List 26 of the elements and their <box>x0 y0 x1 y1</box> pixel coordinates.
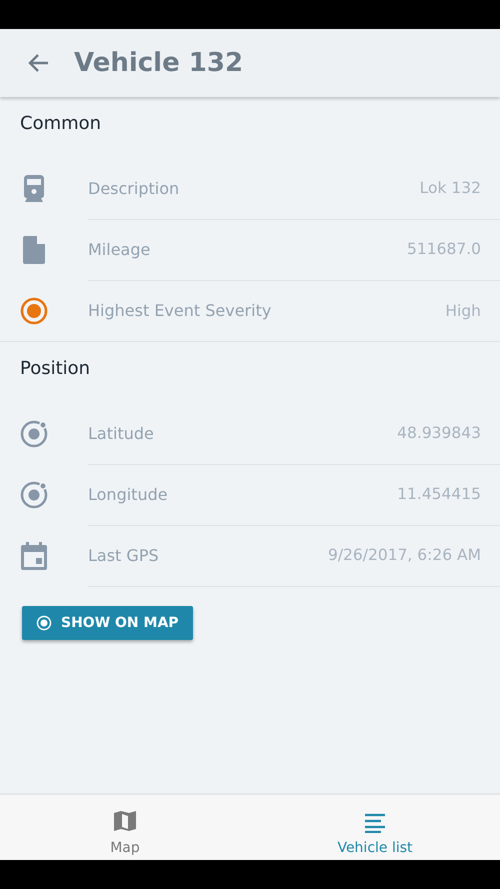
field-label: Mileage <box>88 240 150 258</box>
calendar-icon <box>21 542 47 570</box>
nav-tab[interactable]: Map <box>0 795 250 860</box>
target-icon <box>20 420 48 448</box>
field-value: 9/26/2017, 6:26 AM <box>328 546 481 564</box>
list-icon <box>364 813 386 833</box>
field-label: Last GPS <box>88 546 159 564</box>
field-value: 11.454415 <box>397 485 481 503</box>
field-label: Highest Event Severity <box>88 301 272 320</box>
nav-tab[interactable]: Vehicle list <box>250 795 500 860</box>
page-title: Vehicle 132 <box>74 48 244 78</box>
target-icon <box>20 480 48 508</box>
field-value: High <box>445 302 481 320</box>
map-icon <box>113 809 137 833</box>
field-label: Latitude <box>88 424 154 442</box>
field-value: Lok 132 <box>420 179 481 197</box>
section-title: Common <box>19 112 102 136</box>
field-value: 48.939843 <box>397 424 481 442</box>
target-icon <box>36 615 52 631</box>
field-label: Description <box>88 178 180 198</box>
field-value: 511687.0 <box>407 240 481 258</box>
section-title: Position <box>19 357 92 381</box>
train-icon <box>22 174 46 202</box>
show-on-map-button[interactable]: SHOW ON MAP <box>22 606 193 640</box>
document-icon <box>23 236 45 264</box>
field-label: Longitude <box>88 484 168 504</box>
